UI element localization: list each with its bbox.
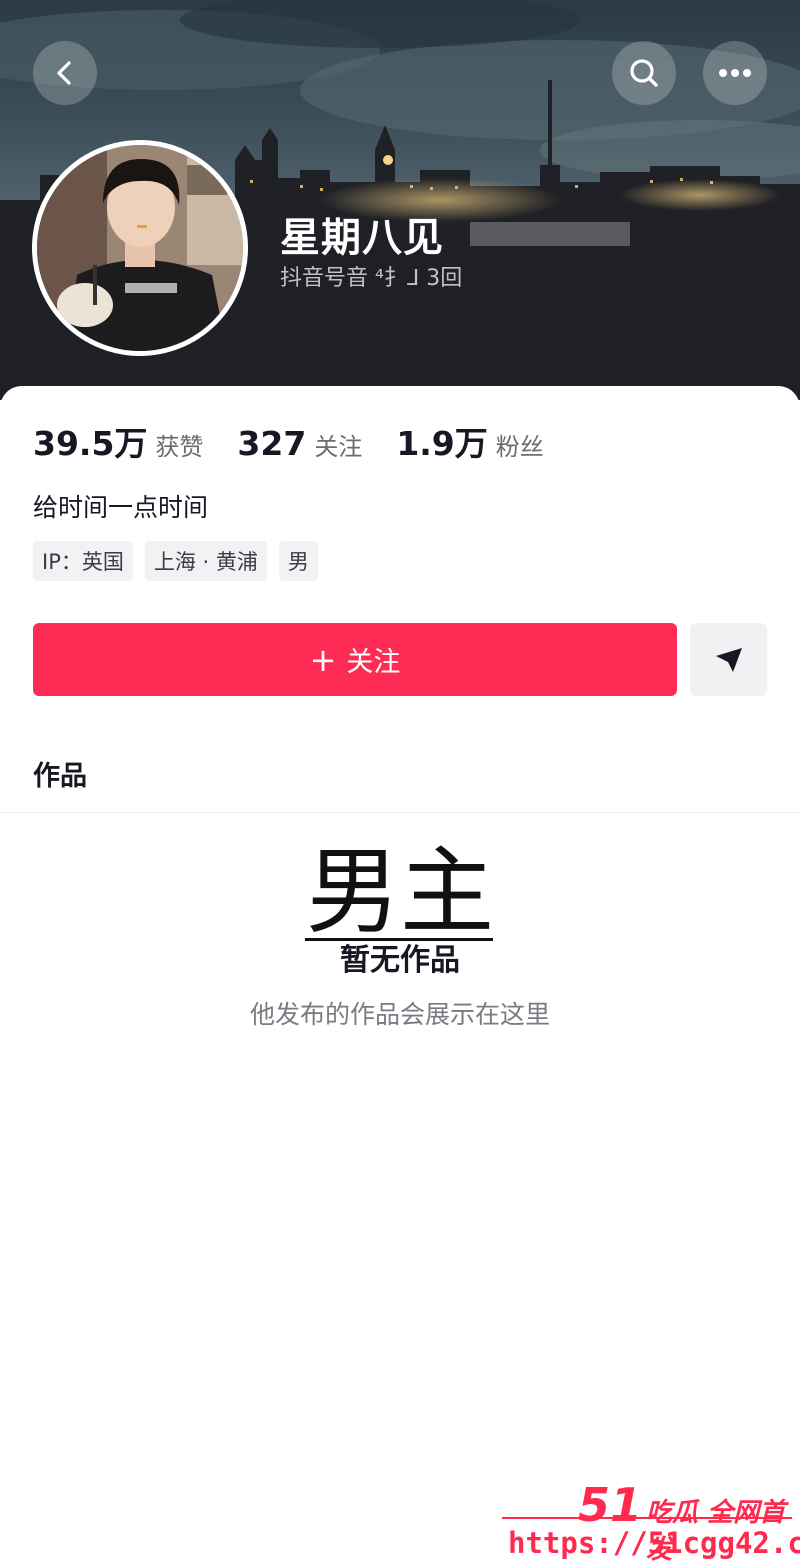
send-message-button[interactable]	[690, 623, 767, 696]
search-button[interactable]	[612, 41, 676, 105]
profile-page: 星期八见 抖音号音 ⁴扌ᒧ 3回 39.5万 获赞 327 关注 1.9万 粉丝…	[0, 0, 800, 1561]
tab-works[interactable]: 作品	[33, 754, 87, 793]
cover-image: 星期八见 抖音号音 ⁴扌ᒧ 3回	[0, 0, 800, 400]
avatar-photo	[37, 145, 243, 351]
plus-icon: +	[309, 640, 337, 679]
more-dots-icon	[719, 69, 751, 77]
nickname: 星期八见	[280, 215, 444, 261]
stat-likes[interactable]: 39.5万 获赞	[33, 417, 203, 465]
search-icon	[630, 59, 658, 87]
avatar[interactable]	[32, 140, 248, 356]
empty-state-title: 暂无作品	[340, 943, 460, 978]
stat-followers-value: 1.9万	[396, 424, 488, 463]
tag-gender: 男	[278, 541, 318, 581]
tag-list: IP：英国 上海 · 黄浦 男	[33, 541, 330, 581]
empty-state-subtitle: 他发布的作品会展示在这里	[249, 1000, 550, 1029]
stat-followers[interactable]: 1.9万 粉丝	[396, 417, 543, 465]
stat-likes-value: 39.5万	[33, 424, 148, 463]
douyin-id[interactable]: 抖音号音 ⁴扌ᒧ 3回	[280, 260, 462, 292]
send-icon	[715, 647, 742, 672]
stat-followers-label: 粉丝	[495, 433, 544, 461]
tag-city[interactable]: 上海 · 黄浦	[144, 541, 267, 581]
stat-following[interactable]: 327 关注	[237, 424, 362, 463]
follow-button[interactable]: + 关注	[33, 623, 677, 696]
watermark-number: 51	[578, 1478, 643, 1532]
stat-following-label: 关注	[314, 433, 363, 461]
bio: 给时间一点时间	[33, 493, 209, 522]
chevron-left-icon	[57, 61, 71, 85]
back-button[interactable]	[33, 41, 97, 105]
tag-ip-location: IP：英国	[33, 541, 133, 581]
follow-button-label: 关注	[346, 647, 401, 678]
overlay-annotation: 男主	[306, 838, 495, 947]
stats-row: 39.5万 获赞 327 关注 1.9万 粉丝	[33, 417, 578, 465]
divider	[0, 812, 800, 813]
watermark-line	[502, 1517, 792, 1519]
stat-following-value: 327	[237, 424, 307, 463]
stat-likes-label: 获赞	[155, 433, 204, 461]
watermark-url: https://51cgg42.com	[508, 1526, 800, 1560]
more-button[interactable]	[703, 41, 767, 105]
